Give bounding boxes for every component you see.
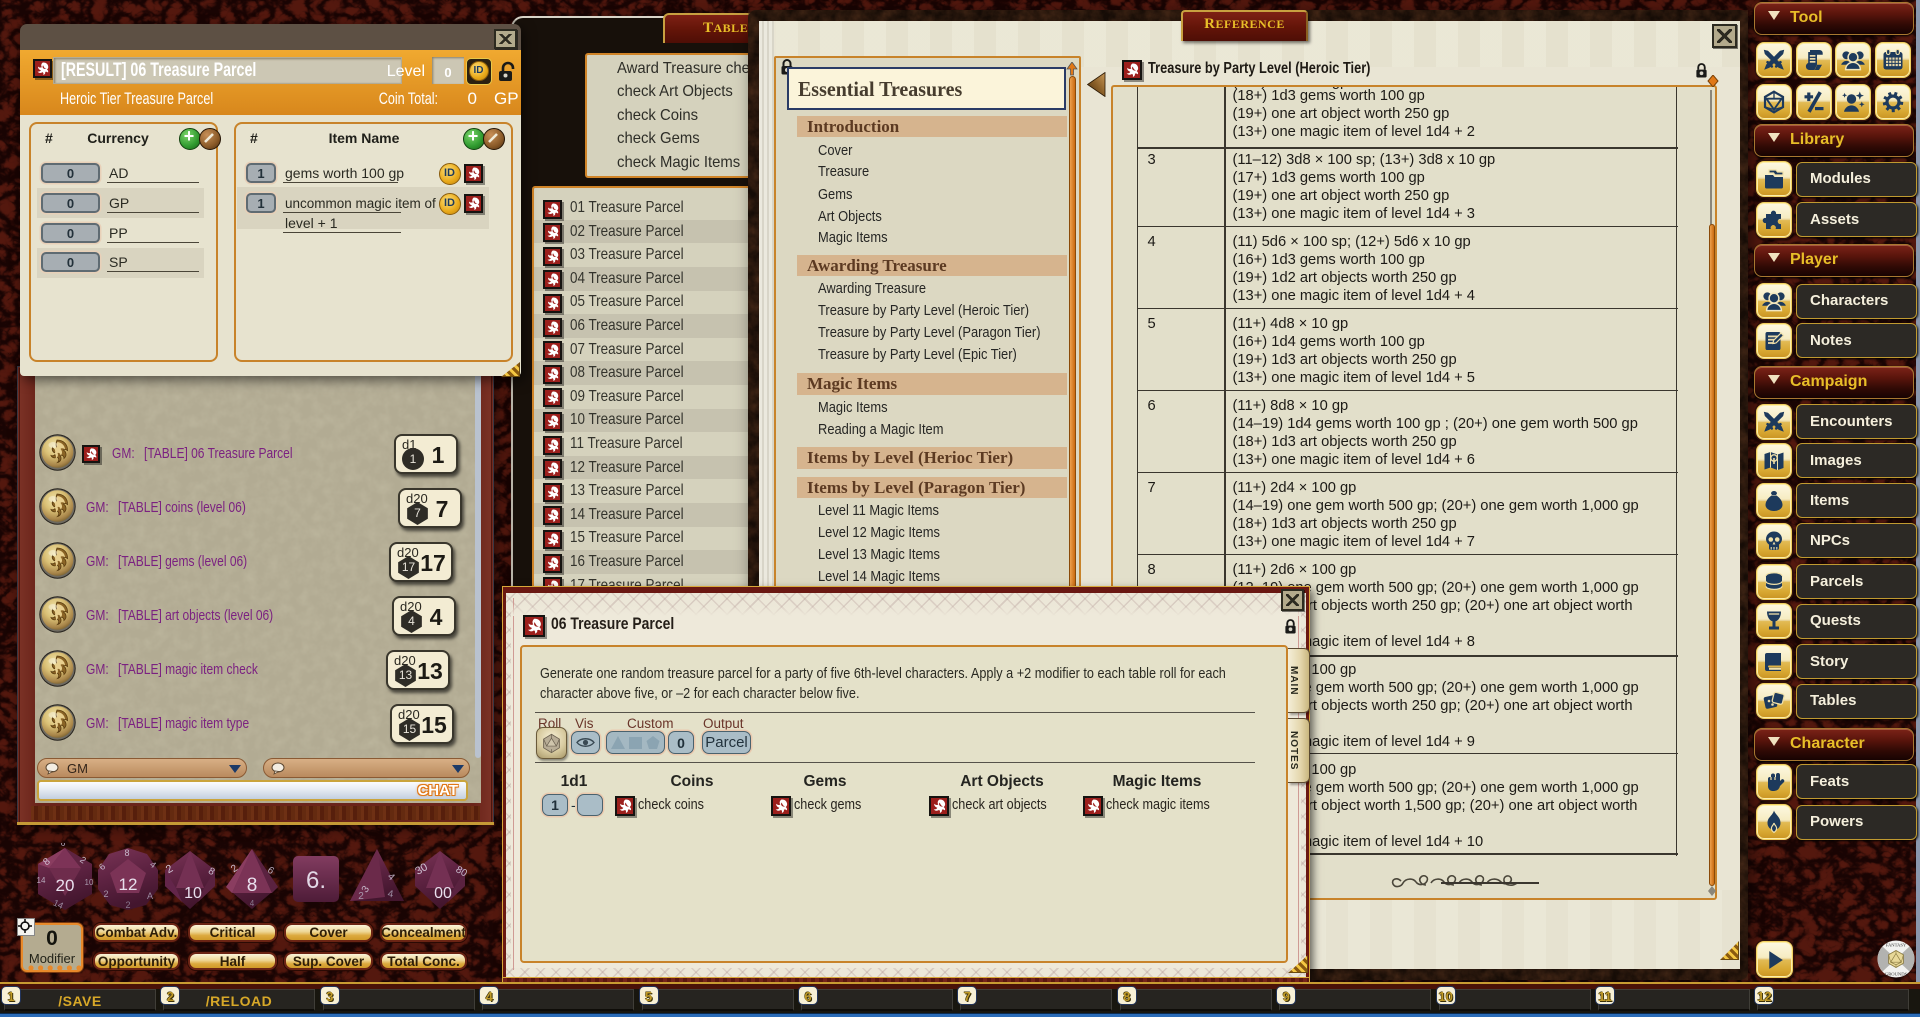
svg-text:4: 4 bbox=[250, 899, 255, 908]
svg-text:8: 8 bbox=[124, 848, 129, 858]
svg-text:6.: 6. bbox=[306, 867, 326, 894]
svg-text:6: 6 bbox=[61, 843, 66, 848]
svg-text:14: 14 bbox=[37, 876, 46, 885]
svg-text:GROUNDS: GROUNDS bbox=[1885, 972, 1908, 977]
svg-text:8: 8 bbox=[247, 875, 258, 896]
svg-text:2: 2 bbox=[358, 891, 364, 902]
svg-text:10: 10 bbox=[85, 878, 94, 887]
svg-text:10: 10 bbox=[184, 885, 202, 902]
svg-text:2: 2 bbox=[103, 889, 108, 899]
svg-text:20: 20 bbox=[56, 876, 75, 895]
svg-text:12: 12 bbox=[119, 875, 138, 894]
svg-text:A: A bbox=[147, 891, 153, 901]
svg-text:FANTASY: FANTASY bbox=[1886, 943, 1907, 948]
svg-text:00: 00 bbox=[434, 885, 452, 902]
svg-text:2: 2 bbox=[125, 900, 130, 910]
